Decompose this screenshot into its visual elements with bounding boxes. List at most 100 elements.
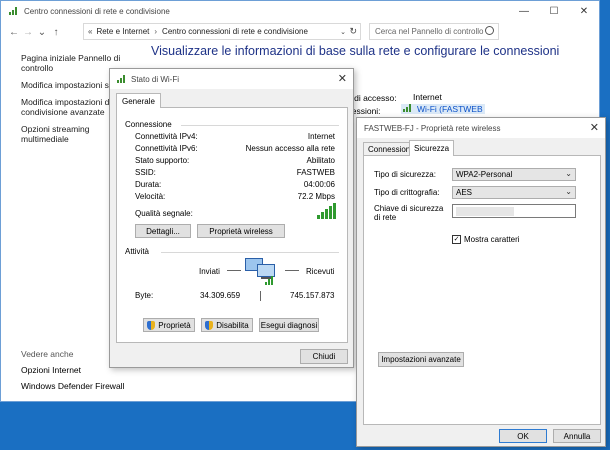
shield-icon <box>147 320 156 330</box>
security-type-label: Tipo di sicurezza: <box>374 170 436 179</box>
status-dialog-title: Stato di Wi-Fi <box>131 74 180 84</box>
recent-dropdown-icon[interactable]: ⌄ <box>35 27 49 38</box>
status-panel: Connessione Connettività IPv4: Internet … <box>116 107 348 343</box>
ssid-label: SSID: <box>135 168 156 177</box>
ipv4-value: Internet <box>307 132 335 141</box>
wifi-connection-link[interactable]: Wi-Fi (FASTWEB <box>401 104 485 114</box>
security-type-select[interactable]: WPA2-Personal ⌄ <box>452 168 576 181</box>
network-key-input[interactable] <box>452 204 576 218</box>
close-icon[interactable]: ✕ <box>338 72 347 85</box>
minimize-button[interactable]: — <box>509 1 539 21</box>
network-icon <box>9 7 19 15</box>
divider <box>161 252 339 253</box>
sidebar-link-sharing-settings[interactable]: Modifica impostazioni di condivisione av… <box>21 97 121 117</box>
search-icon <box>485 26 494 35</box>
diagnose-button[interactable]: Esegui diagnosi <box>259 318 319 332</box>
wifi-status-dialog: Stato di Wi-Fi ✕ Generale Connessione Co… <box>109 68 354 368</box>
page-title: Visualizzare le informazioni di base sul… <box>151 44 560 58</box>
sidebar-link-streaming[interactable]: Opzioni streaming multimediale <box>21 124 121 144</box>
network-key-label: Chiave di sicurezza di rete <box>374 204 444 222</box>
sidebar-link-home[interactable]: Pagina iniziale Pannello di controllo <box>21 53 121 73</box>
maximize-button[interactable]: ☐ <box>539 1 569 21</box>
activity-group-title: Attività <box>125 247 150 256</box>
ssid-value: FASTWEB <box>296 168 335 177</box>
tab-sicurezza[interactable]: Sicurezza <box>409 140 455 156</box>
divider <box>181 125 339 126</box>
sidebar-link-adapter-settings[interactable]: Modifica impostazioni sch <box>21 80 121 90</box>
security-type-value: WPA2-Personal <box>456 170 513 179</box>
disable-button-label: Disabilita <box>216 320 249 330</box>
tab-generale[interactable]: Generale <box>116 93 161 108</box>
sent-label: Inviati <box>199 267 220 276</box>
properties-button[interactable]: Proprietà <box>143 318 195 332</box>
address-dropdown-icon[interactable]: ⌄ <box>340 28 346 36</box>
show-characters-label: Mostra caratteri <box>464 235 520 244</box>
network-info-labels: o di accesso: nessioni: <box>347 92 397 118</box>
speed-row: Velocità: 72.2 Mbps <box>135 192 335 203</box>
security-panel: Tipo di sicurezza: WPA2-Personal ⌄ Tipo … <box>363 155 601 425</box>
duration-row: Durata: 04:00:06 <box>135 180 335 191</box>
main-window-title: Centro connessioni di rete e condivision… <box>24 6 170 16</box>
address-bar[interactable]: « Rete e Internet › Centro connessioni d… <box>83 23 361 40</box>
network-computers-icon <box>241 256 281 290</box>
encryption-type-select[interactable]: AES ⌄ <box>452 186 576 199</box>
sent-line <box>227 270 241 271</box>
encryption-type-label: Tipo di crittografia: <box>374 188 440 197</box>
ipv4-label: Connettività IPv4: <box>135 132 198 141</box>
props-dialog-titlebar: FASTWEB-FJ - Proprietà rete wireless ✕ <box>357 118 605 138</box>
speed-label: Velocità: <box>135 192 166 201</box>
wireless-properties-button[interactable]: Proprietà wireless <box>197 224 285 238</box>
see-also-firewall[interactable]: Windows Defender Firewall <box>21 381 131 391</box>
signal-quality-label: Qualità segnale: <box>135 209 193 218</box>
activity-divider <box>260 291 261 301</box>
ipv6-label: Connettività IPv6: <box>135 144 198 153</box>
ok-button[interactable]: OK <box>499 429 547 443</box>
duration-value: 04:00:06 <box>303 180 335 189</box>
access-type-label: o di accesso: <box>347 93 397 103</box>
details-button[interactable]: Dettagli... <box>135 224 191 238</box>
properties-button-label: Proprietà <box>158 320 191 330</box>
cancel-button[interactable]: Annulla <box>553 429 601 443</box>
bytes-sent-value: 34.309.659 <box>200 291 241 300</box>
breadcrumb-rete-internet[interactable]: Rete e Internet <box>96 27 149 36</box>
show-characters-checkbox[interactable]: ✓ Mostra caratteri <box>452 235 520 244</box>
search-input[interactable]: Cerca nel Pannello di controllo <box>369 23 499 40</box>
close-icon[interactable]: ✕ <box>590 121 599 134</box>
control-panel-icon: « <box>88 27 93 36</box>
bytes-label: Byte: <box>135 291 154 300</box>
refresh-icon[interactable]: ↻ <box>349 26 357 37</box>
shield-icon <box>205 320 214 330</box>
forward-arrow-icon[interactable]: → <box>21 27 35 38</box>
ipv4-row: Connettività IPv4: Internet <box>135 132 335 143</box>
checkbox-icon[interactable]: ✓ <box>452 235 461 244</box>
ipv6-row: Connettività IPv6: Nessun accesso alla r… <box>135 144 335 155</box>
masked-key <box>456 207 514 216</box>
speed-value: 72.2 Mbps <box>297 192 335 201</box>
received-line <box>285 270 299 271</box>
encryption-type-value: AES <box>456 188 473 197</box>
ssid-row: SSID: FASTWEB <box>135 168 335 179</box>
wifi-connection-text: Wi-Fi (FASTWEB <box>417 104 483 114</box>
duration-label: Durata: <box>135 180 162 189</box>
signal-quality-icon <box>317 203 337 219</box>
ipv6-value: Nessun accesso alla rete <box>245 144 335 153</box>
wifi-signal-icon <box>403 104 413 112</box>
disable-button[interactable]: Disabilita <box>201 318 253 332</box>
media-state-value: Abilitato <box>306 156 335 165</box>
media-state-label: Stato supporto: <box>135 156 190 165</box>
search-placeholder: Cerca nel Pannello di controllo <box>375 27 484 36</box>
breadcrumb-centro-connessioni[interactable]: Centro connessioni di rete e condivision… <box>162 27 308 36</box>
close-button[interactable]: ✕ <box>569 1 599 21</box>
bytes-received-value: 745.157.873 <box>290 291 335 300</box>
up-arrow-icon[interactable]: ↑ <box>49 27 63 38</box>
close-dialog-button[interactable]: Chiudi <box>300 349 348 364</box>
chevron-down-icon: ⌄ <box>565 187 572 196</box>
back-arrow-icon[interactable]: ← <box>7 27 21 38</box>
window-controls: — ☐ ✕ <box>509 1 599 21</box>
advanced-settings-button[interactable]: Impostazioni avanzate <box>378 352 464 367</box>
props-dialog-title: FASTWEB-FJ - Proprietà rete wireless <box>364 123 501 133</box>
access-type-value: Internet <box>413 92 442 102</box>
chevron-down-icon: ⌄ <box>565 169 572 178</box>
status-dialog-titlebar: Stato di Wi-Fi ✕ <box>110 69 353 89</box>
address-row: ← → ⌄ ↑ « Rete e Internet › Centro conne… <box>1 22 601 42</box>
